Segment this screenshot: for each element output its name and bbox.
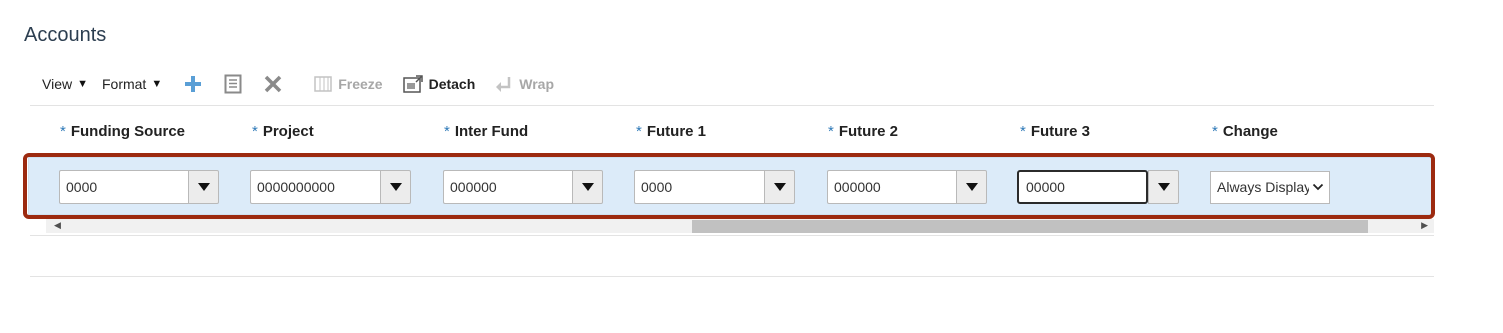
future-3-input[interactable]: 00000 [1017,170,1148,204]
scrollbar-thumb[interactable] [692,220,1368,233]
project-combobox: 0000000000 [250,170,411,204]
inter-fund-input[interactable]: 000000 [443,170,572,204]
detach-label: Detach [428,76,476,92]
caret-down-icon [389,183,402,191]
column-label: Future 1 [646,123,707,140]
duplicate-button[interactable] [224,74,248,94]
toolbar-divider [30,105,1434,106]
freeze-button[interactable]: Freeze [314,76,383,92]
column-header-funding-source[interactable]: * Funding Source [60,123,185,140]
section-divider [30,276,1434,277]
add-row-button[interactable] [184,75,208,93]
wrap-button[interactable]: Wrap [495,76,554,92]
caret-down-icon [197,183,210,191]
caret-down-icon: ▼ [77,78,88,90]
column-label: Inter Fund [454,123,529,140]
required-marker: * [1212,123,1218,140]
future-3-dropdown-button[interactable] [1148,170,1179,204]
future-2-input[interactable]: 000000 [827,170,956,204]
required-marker: * [828,123,834,140]
delete-button[interactable] [264,75,288,93]
column-header-future-2[interactable]: * Future 2 [828,123,898,140]
format-menu-label: Format [101,76,147,92]
freeze-label: Freeze [338,76,383,92]
scroll-left-arrow-icon[interactable]: ◀ [54,220,61,231]
detach-icon [402,75,423,93]
view-menu-label: View [42,76,73,92]
chevron-down-icon [1312,172,1324,203]
future-1-combobox: 0000 [634,170,795,204]
table-bottom-divider [30,235,1434,236]
format-menu[interactable]: Format ▼ [102,76,162,92]
wrap-icon [495,76,513,92]
inter-fund-combobox: 000000 [443,170,603,204]
column-label: Project [262,123,314,140]
future-2-combobox: 000000 [827,170,987,204]
required-marker: * [1020,123,1026,140]
project-dropdown-button[interactable] [380,170,411,204]
document-icon [224,74,242,94]
required-marker: * [636,123,642,140]
table-toolbar: View ▼ Format ▼ Freeze Detach Wrap [42,72,568,96]
close-icon [264,75,282,93]
project-input[interactable]: 0000000000 [250,170,380,204]
column-header-future-3[interactable]: * Future 3 [1020,123,1090,140]
required-marker: * [60,123,66,140]
plus-icon [184,75,202,93]
page-title: Accounts [24,24,107,46]
column-header-future-1[interactable]: * Future 1 [636,123,706,140]
funding-source-combobox: 0000 [59,170,219,204]
future-1-dropdown-button[interactable] [764,170,795,204]
caret-down-icon [965,183,978,191]
horizontal-scrollbar[interactable]: ◀ ▶ [46,219,1434,233]
column-header-project[interactable]: * Project [252,123,314,140]
freeze-icon [314,76,332,92]
caret-down-icon [581,183,594,191]
caret-down-icon [773,183,786,191]
required-marker: * [252,123,258,140]
future-1-input[interactable]: 0000 [634,170,764,204]
column-label: Future 2 [838,123,899,140]
required-marker: * [444,123,450,140]
detach-button[interactable]: Detach [402,75,476,93]
caret-down-icon [1157,183,1170,191]
column-label: Funding Source [70,123,186,140]
inter-fund-dropdown-button[interactable] [572,170,603,204]
view-menu[interactable]: View ▼ [42,76,88,92]
funding-source-dropdown-button[interactable] [188,170,219,204]
caret-down-icon: ▼ [151,78,163,90]
future-3-combobox: 00000 [1017,170,1179,204]
change-select[interactable]: Always Display [1210,171,1330,204]
funding-source-input[interactable]: 0000 [59,170,188,204]
scroll-right-arrow-icon[interactable]: ▶ [1421,220,1428,231]
column-label: Future 3 [1030,123,1091,140]
future-2-dropdown-button[interactable] [956,170,987,204]
column-header-change[interactable]: * Change [1212,123,1278,140]
table-header-row: * Funding Source * Project * Inter Fund * Fu… [0,123,1503,143]
column-label: Change [1222,123,1278,140]
column-header-inter-fund[interactable]: * Inter Fund [444,123,528,140]
wrap-label: Wrap [519,76,555,92]
change-select-value: Always Display [1217,179,1309,195]
